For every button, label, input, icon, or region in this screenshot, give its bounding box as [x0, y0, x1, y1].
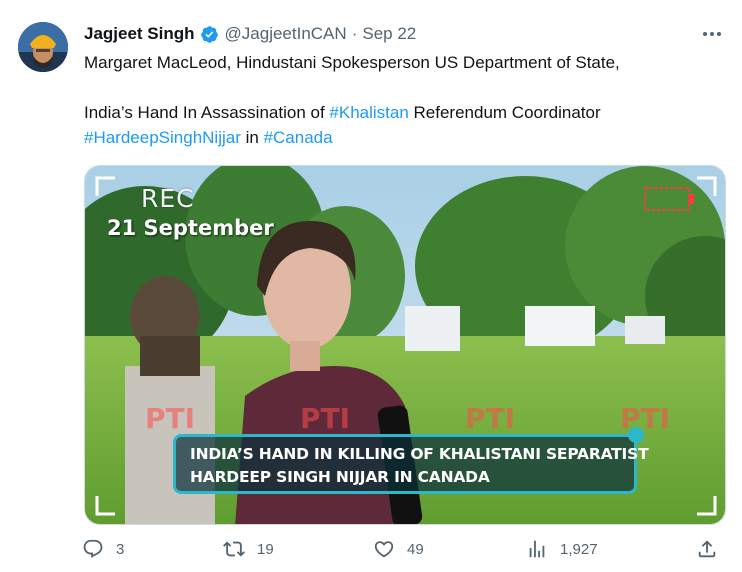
hashtag-canada[interactable]: #Canada: [264, 128, 333, 147]
views-button[interactable]: 1,927: [526, 538, 598, 560]
reply-count: 3: [116, 540, 125, 558]
hashtag-khalistan[interactable]: #Khalistan: [329, 103, 408, 122]
text-segment: India’s Hand In Assassination of: [84, 103, 330, 122]
reply-icon: [83, 539, 103, 558]
text-segment: Referendum Coordinator: [408, 103, 601, 122]
tweet-actions: 3 19 49 1,927: [80, 538, 730, 566]
watermark-pti: PTI: [145, 402, 195, 435]
caption-line-1: INDIA’S HAND IN KILLING OF KHALISTANI SE…: [190, 445, 649, 463]
watermark-pti: PTI: [620, 402, 670, 435]
watermark-pti: PTI: [300, 402, 350, 435]
text-segment: in: [240, 128, 264, 147]
view-count: 1,927: [560, 540, 598, 558]
avatar[interactable]: [18, 22, 68, 72]
share-button[interactable]: [696, 538, 718, 560]
reply-button[interactable]: 3: [82, 538, 124, 560]
more-icon: [703, 32, 721, 36]
tweet-header: Jagjeet Singh @JagjeetInCAN · Sep 22: [84, 22, 416, 46]
rec-label: REC: [141, 184, 195, 213]
author-handle[interactable]: @JagjeetInCAN: [225, 24, 347, 44]
watermark-pti: PTI: [465, 402, 515, 435]
retweet-icon: [223, 541, 245, 557]
separator-dot: ·: [351, 24, 358, 43]
tweet-media-video[interactable]: PTI PTI PTI PTI REC 21 September INDIA’S…: [84, 165, 726, 525]
tweet-text: Margaret MacLeod, Hindustani Spokesperso…: [84, 50, 724, 150]
tweet-text-line-3: #HardeepSinghNijjar in #Canada: [84, 125, 724, 150]
tweet-text-line-2: India’s Hand In Assassination of #Khalis…: [84, 100, 724, 125]
display-name[interactable]: Jagjeet Singh: [84, 24, 195, 44]
retweet-count: 19: [257, 540, 274, 558]
hashtag-hardeepsinghnijjar[interactable]: #HardeepSinghNijjar: [84, 128, 241, 147]
retweet-button[interactable]: 19: [223, 538, 274, 560]
tweet-text-line-1: Margaret MacLeod, Hindustani Spokesperso…: [84, 53, 620, 72]
caption-line-2: HARDEEP SINGH NIJJAR IN CANADA: [190, 468, 490, 486]
video-date-label: 21 September: [107, 216, 274, 240]
more-options-button[interactable]: [700, 24, 724, 44]
avatar-image: [18, 22, 68, 72]
video-caption: INDIA’S HAND IN KILLING OF KHALISTANI SE…: [173, 427, 649, 494]
like-button[interactable]: 49: [373, 538, 424, 560]
timestamp[interactable]: Sep 22: [362, 24, 416, 44]
verified-badge-icon: [200, 25, 218, 43]
like-count: 49: [407, 540, 424, 558]
heart-icon: [374, 541, 394, 558]
caption-dot: [628, 427, 644, 443]
views-icon: [529, 540, 545, 558]
share-icon: [698, 540, 716, 558]
